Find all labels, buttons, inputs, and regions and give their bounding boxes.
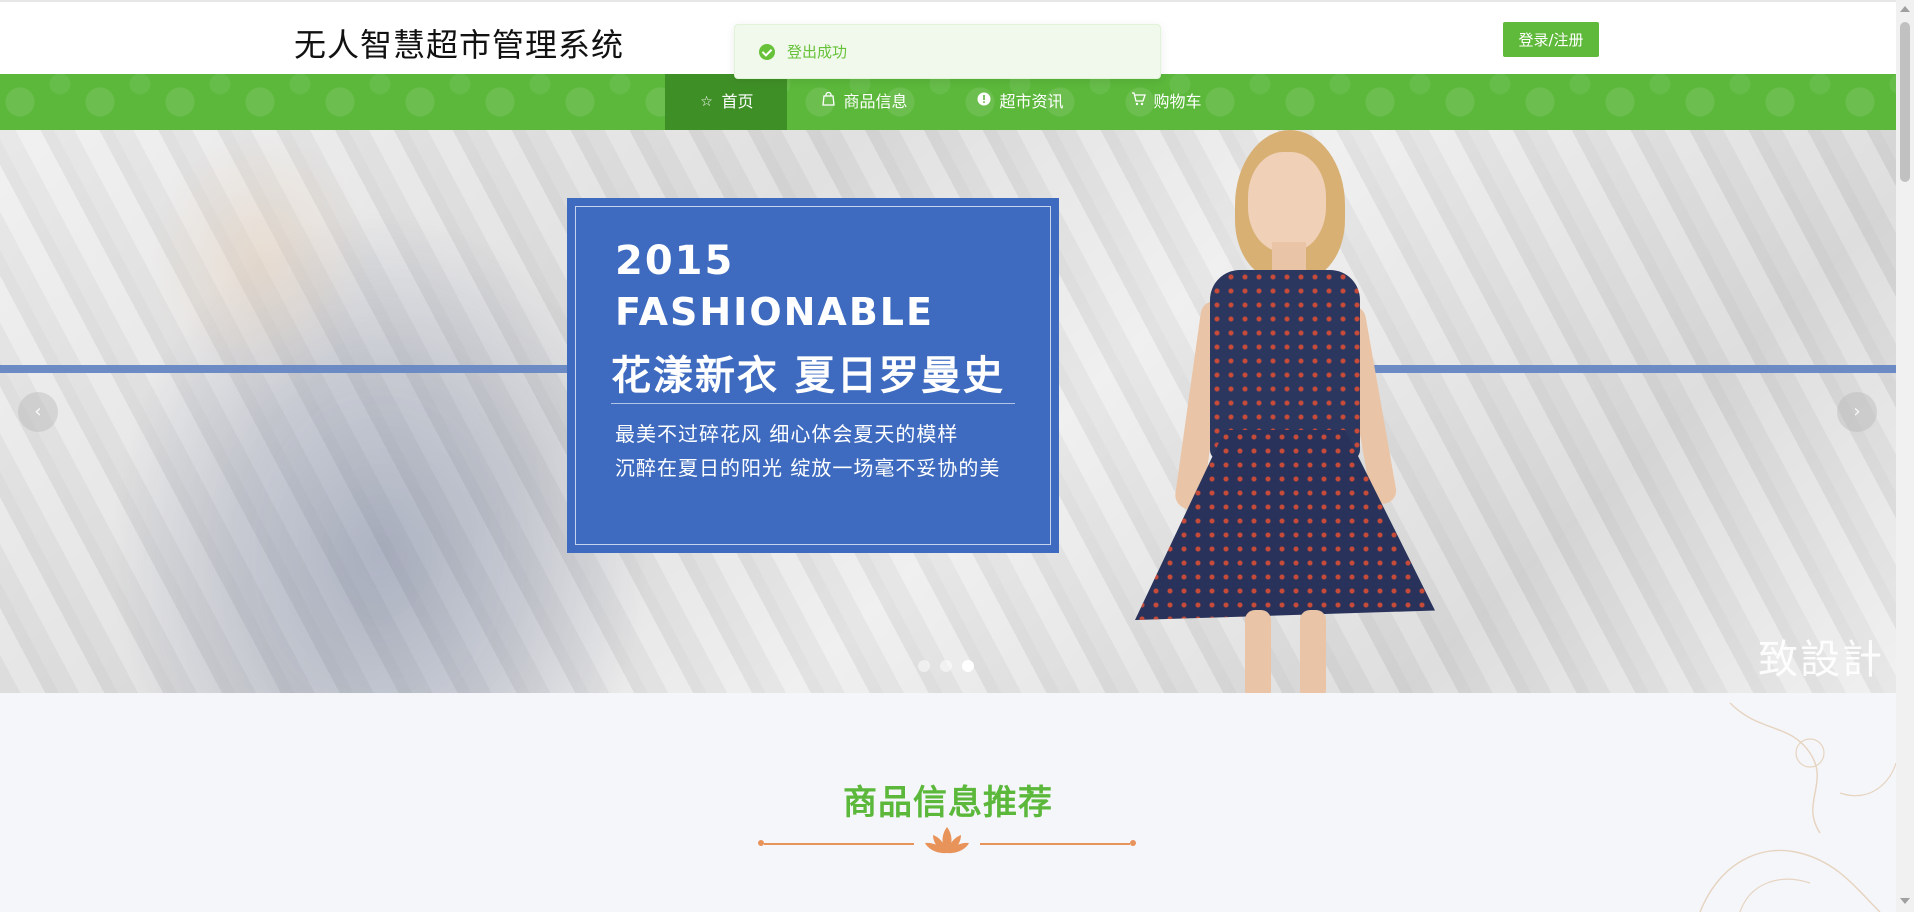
scroll-thumb[interactable] xyxy=(1900,22,1910,182)
check-circle-icon xyxy=(759,43,775,60)
carousel-dot-active[interactable] xyxy=(962,660,974,672)
model-image xyxy=(1110,130,1450,693)
product-recommend-section: 商品信息推荐 xyxy=(0,693,1896,912)
carousel-indicators xyxy=(918,660,974,672)
model-leg-right xyxy=(1300,610,1326,693)
nav-item-label: 购物车 xyxy=(1153,92,1202,111)
ornament-line-right xyxy=(980,843,1130,845)
lotus-icon xyxy=(925,827,969,854)
section-title: 商品信息推荐 xyxy=(843,783,1053,823)
cart-icon xyxy=(1130,74,1146,130)
carousel-prev-button[interactable]: ‹ xyxy=(18,392,58,432)
toast-message: 登出成功 xyxy=(734,24,1161,79)
nav-item-products[interactable]: 商品信息 xyxy=(810,74,918,130)
nav-item-label: 超市资讯 xyxy=(999,92,1064,111)
background-face-image xyxy=(150,130,370,390)
bag-icon xyxy=(820,74,836,130)
login-register-button[interactable]: 登录/注册 xyxy=(1503,22,1599,57)
carousel-next-button[interactable]: › xyxy=(1837,392,1877,432)
promo-divider xyxy=(611,403,1015,404)
promo-headline-cn: 花漾新衣 夏日罗曼史 xyxy=(611,352,1005,399)
info-icon xyxy=(976,74,992,130)
site-title: 无人智慧超市管理系统 xyxy=(294,26,625,64)
nav-item-home[interactable]: ☆ 首页 xyxy=(665,74,787,130)
promo-year: 2015 xyxy=(615,238,735,284)
promo-box: 2015 FASHIONABLE 花漾新衣 夏日罗曼史 最美不过碎花风 细心体会… xyxy=(567,198,1059,553)
nav-item-cart[interactable]: 购物车 xyxy=(1118,74,1214,130)
toast-text: 登出成功 xyxy=(787,43,848,61)
decorative-stripe-left xyxy=(0,365,567,373)
promo-subtitle-2: 沉醉在夏日的阳光 绽放一场毫不妥协的美 xyxy=(615,456,1001,480)
model-face xyxy=(1248,152,1326,252)
promo-headline-en: FASHIONABLE xyxy=(615,290,934,334)
model-leg-left xyxy=(1245,610,1271,693)
carousel-dot[interactable] xyxy=(918,660,930,672)
nav-item-label: 商品信息 xyxy=(843,92,908,111)
scroll-up-icon[interactable] xyxy=(1900,6,1910,12)
ornament-line-left xyxy=(764,843,914,845)
scroll-down-icon[interactable] xyxy=(1900,898,1910,904)
carousel-dot[interactable] xyxy=(940,660,952,672)
nav-item-news[interactable]: 超市资讯 xyxy=(966,74,1074,130)
nav-item-label: 首页 xyxy=(721,92,754,111)
page: 无人智慧超市管理系统 登录/注册 登出成功 ☆ 首页 商品信息 超市资讯 购物车… xyxy=(0,0,1914,912)
page-scrollbar[interactable] xyxy=(1896,0,1914,912)
main-nav: ☆ 首页 商品信息 超市资讯 购物车 xyxy=(0,74,1896,130)
ornament-dot-right xyxy=(1130,840,1136,846)
promo-subtitle-1: 最美不过碎花风 细心体会夏天的模样 xyxy=(615,422,959,446)
star-icon: ☆ xyxy=(700,94,713,110)
watermark-logo: 致設計 xyxy=(1758,637,1884,683)
banner-carousel: 2015 FASHIONABLE 花漾新衣 夏日罗曼史 最美不过碎花风 细心体会… xyxy=(0,130,1896,693)
